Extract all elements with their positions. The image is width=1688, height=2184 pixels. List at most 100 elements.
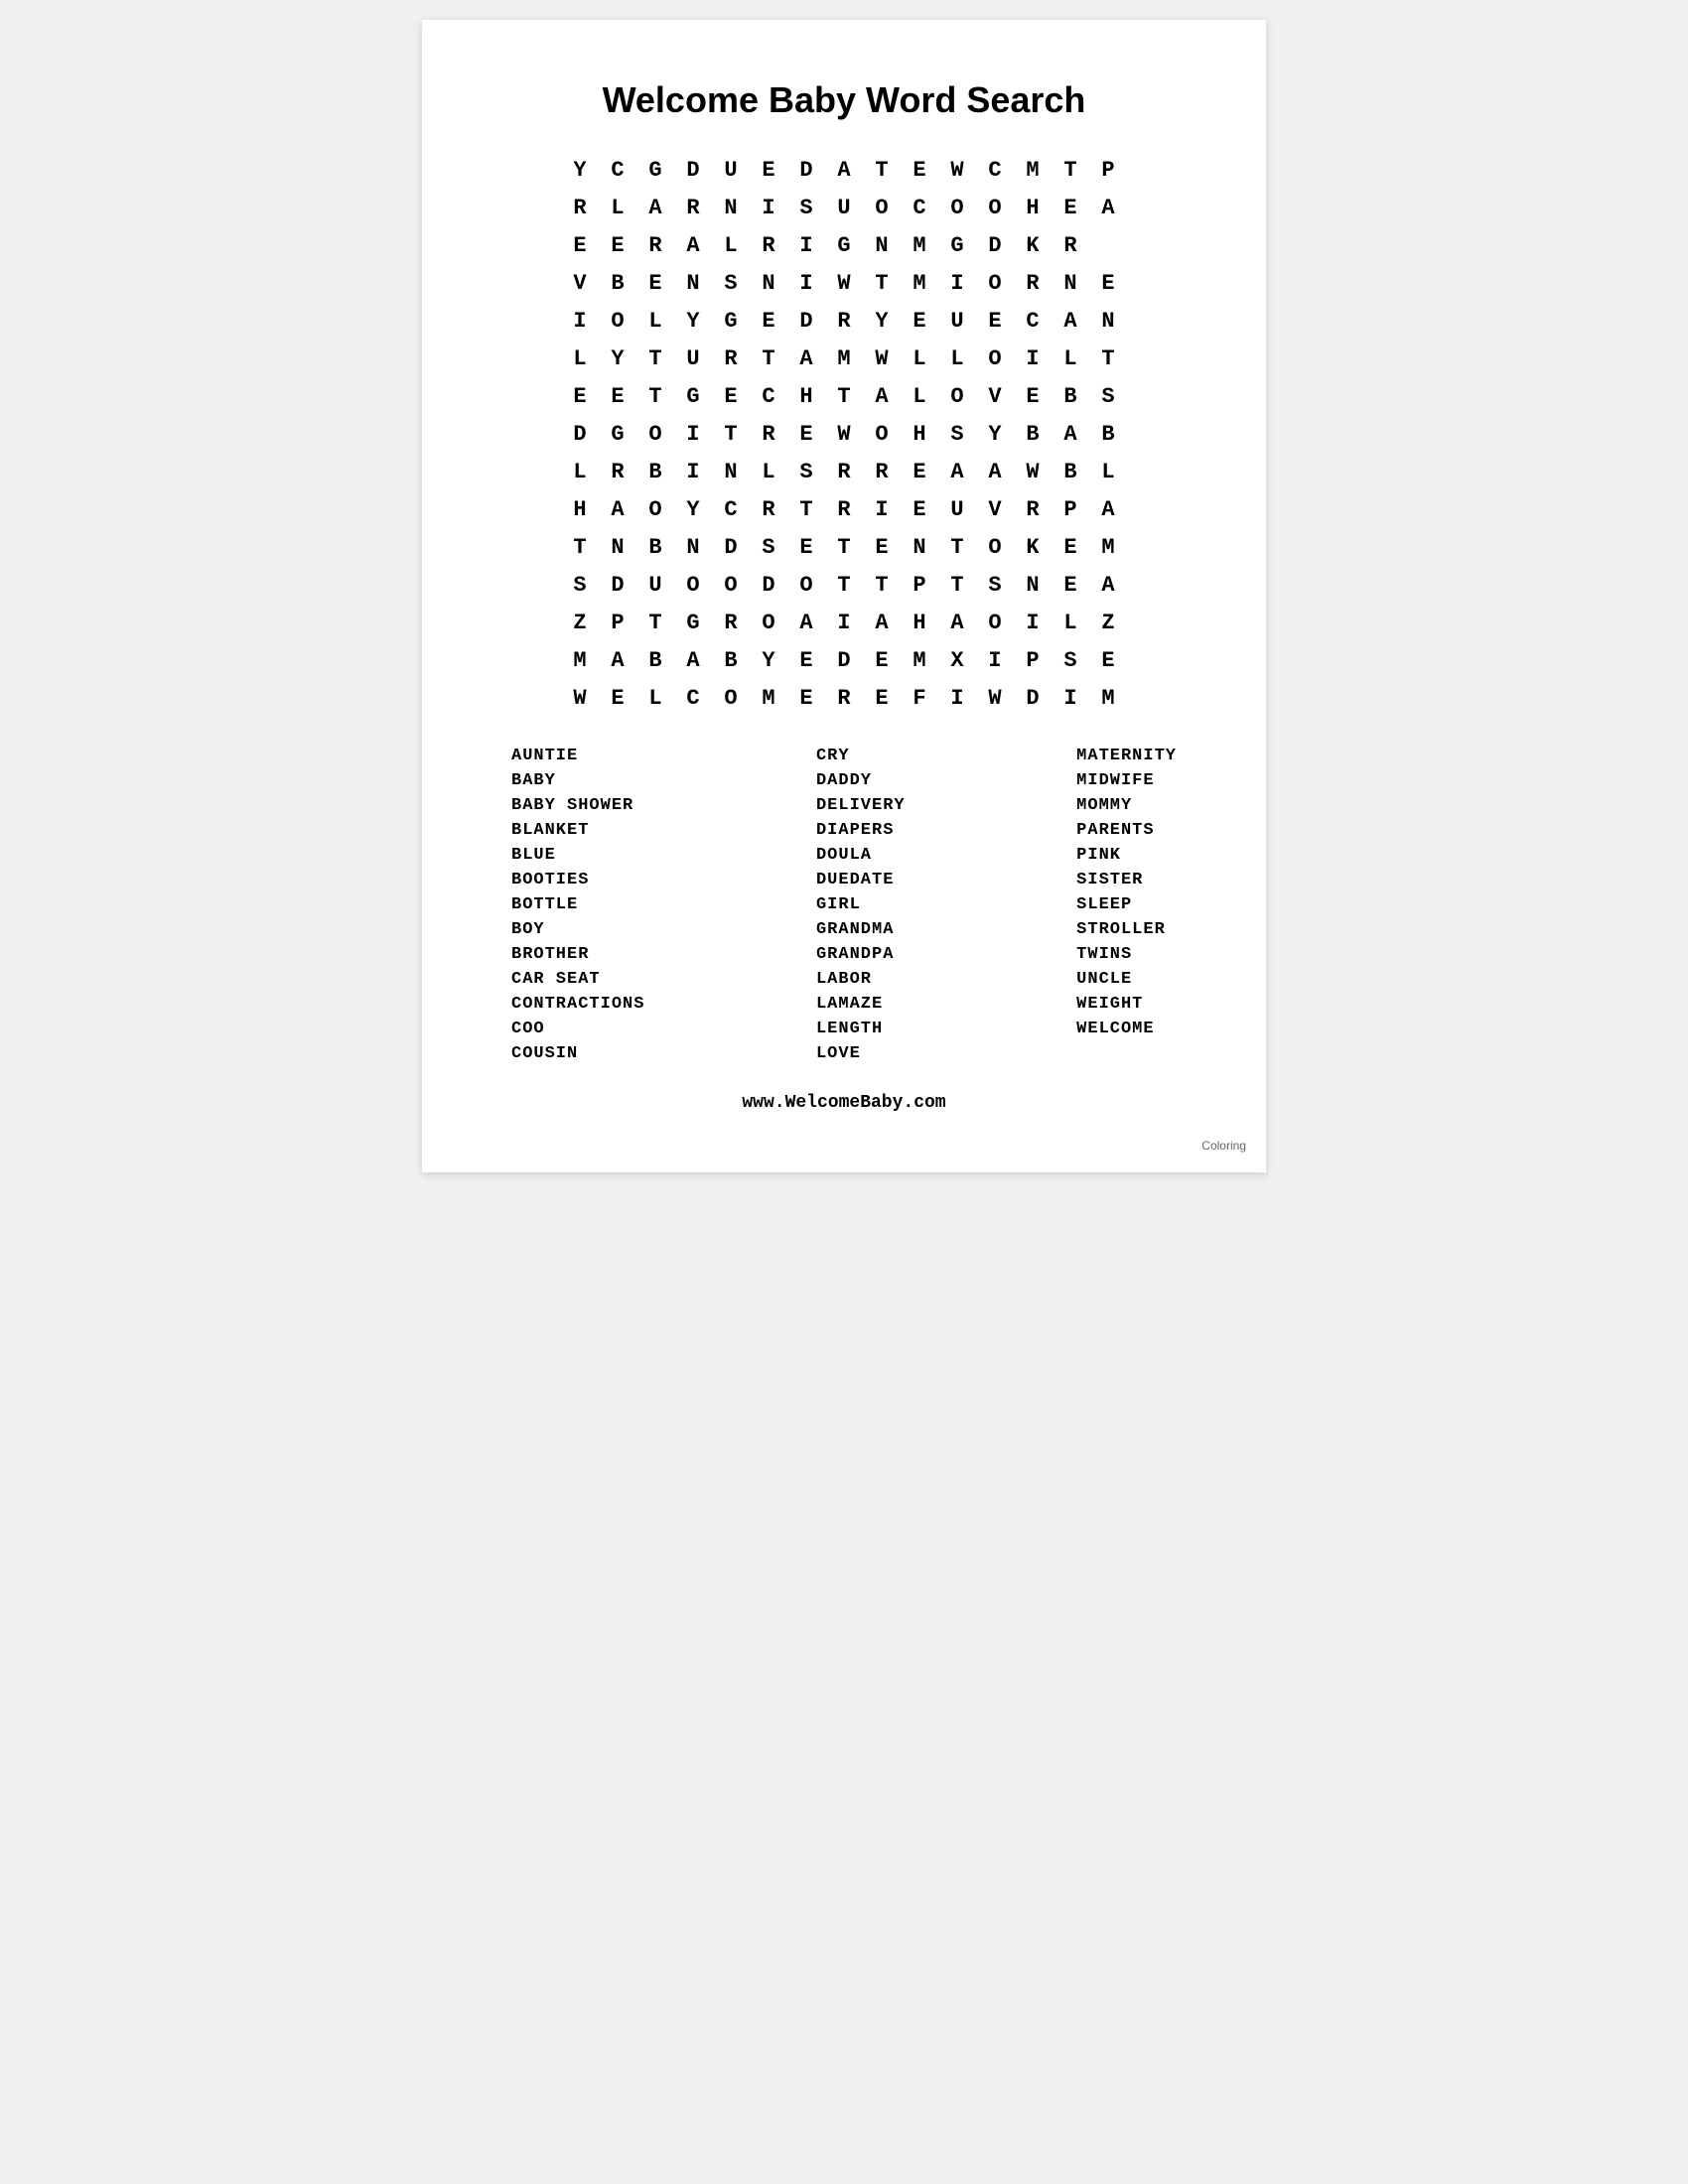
word-grid: YCGDUEDATEWCMTPRLARNISUOCOOHEAEERALRIGNM… (501, 151, 1187, 717)
grid-cell: T (825, 377, 863, 415)
grid-cell: I (938, 264, 976, 302)
grid-cell: B (636, 453, 674, 490)
grid-cell: O (636, 415, 674, 453)
grid-cell: D (787, 151, 825, 189)
grid-cell: I (561, 302, 599, 340)
word-item: LAMAZE (816, 995, 906, 1014)
grid-cell: S (1052, 641, 1089, 679)
grid-cell: N (750, 264, 787, 302)
grid-cell: L (712, 226, 750, 264)
grid-row: HAOYCRTRIEUVRPA (561, 490, 1127, 528)
grid-cell: M (901, 264, 938, 302)
grid-cell: A (636, 189, 674, 226)
word-item: GIRL (816, 895, 906, 914)
grid-cell: A (1052, 302, 1089, 340)
word-item: TWINS (1076, 945, 1177, 964)
grid-cell: Y (976, 415, 1014, 453)
grid-cell: L (901, 340, 938, 377)
word-item: SLEEP (1076, 895, 1177, 914)
grid-cell: B (1014, 415, 1052, 453)
grid-cell: I (863, 490, 901, 528)
grid-cell: O (863, 189, 901, 226)
grid-cell: M (1089, 679, 1127, 717)
word-item: COO (511, 1020, 644, 1038)
grid-cell: V (561, 264, 599, 302)
grid-cell: Y (599, 340, 636, 377)
grid-cell: E (1052, 528, 1089, 566)
grid-cell: A (599, 490, 636, 528)
grid-cell: T (863, 151, 901, 189)
grid-row: LRBINLSRREAAWBL (561, 453, 1127, 490)
word-item: AUNTIE (511, 747, 644, 765)
grid-cell (1089, 226, 1127, 264)
grid-cell: E (901, 302, 938, 340)
grid-row: LYTURTAMWLLOILT (561, 340, 1127, 377)
grid-row: EERALRIGNMGDKR (561, 226, 1127, 264)
grid-cell: I (787, 264, 825, 302)
grid-cell: O (976, 340, 1014, 377)
grid-cell: A (976, 453, 1014, 490)
grid-cell: O (938, 189, 976, 226)
grid-cell: E (750, 151, 787, 189)
grid-row: YCGDUEDATEWCMTP (561, 151, 1127, 189)
grid-cell: L (636, 302, 674, 340)
word-item: DOULA (816, 846, 906, 865)
word-item: WEIGHT (1076, 995, 1177, 1014)
grid-row: ZPTGROAIAHAOILZ (561, 604, 1127, 641)
grid-cell: L (561, 453, 599, 490)
grid-cell: S (787, 189, 825, 226)
word-item: BLANKET (511, 821, 644, 840)
grid-cell: O (976, 189, 1014, 226)
grid-cell: M (561, 641, 599, 679)
grid-cell: E (787, 528, 825, 566)
grid-cell: T (636, 604, 674, 641)
grid-cell: D (599, 566, 636, 604)
grid-cell: W (1014, 453, 1052, 490)
grid-cell: D (787, 302, 825, 340)
word-item: DUEDATE (816, 871, 906, 889)
page-title: Welcome Baby Word Search (501, 79, 1187, 121)
word-item: WELCOME (1076, 1020, 1177, 1038)
grid-cell: E (901, 490, 938, 528)
grid-cell: G (674, 604, 712, 641)
grid-cell: L (750, 453, 787, 490)
word-item: SISTER (1076, 871, 1177, 889)
grid-cell: O (712, 679, 750, 717)
grid-cell: B (599, 264, 636, 302)
word-item: CONTRACTIONS (511, 995, 644, 1014)
grid-row: EETGECHTALOVEBS (561, 377, 1127, 415)
word-item: PARENTS (1076, 821, 1177, 840)
word-item: GRANDPA (816, 945, 906, 964)
grid-cell: E (712, 377, 750, 415)
grid-cell: I (1014, 604, 1052, 641)
grid-cell: S (976, 566, 1014, 604)
grid-cell: P (1089, 151, 1127, 189)
grid-cell: A (825, 151, 863, 189)
grid-cell: B (1052, 377, 1089, 415)
grid-row: MABABYEDEMXIPSE (561, 641, 1127, 679)
grid-cell: W (825, 415, 863, 453)
grid-cell: O (787, 566, 825, 604)
grid-cell: B (1089, 415, 1127, 453)
grid-cell: N (1014, 566, 1052, 604)
grid-cell: G (825, 226, 863, 264)
grid-cell: N (712, 189, 750, 226)
grid-cell: L (1089, 453, 1127, 490)
grid-cell: E (599, 679, 636, 717)
grid-cell: A (1089, 189, 1127, 226)
word-item: BOOTIES (511, 871, 644, 889)
grid-cell: R (636, 226, 674, 264)
word-item: BROTHER (511, 945, 644, 964)
grid-cell: P (599, 604, 636, 641)
grid-cell: I (1052, 679, 1089, 717)
grid-row: DGOITREWOHSYBAB (561, 415, 1127, 453)
grid-row: IOLYGEDRYEUECAN (561, 302, 1127, 340)
grid-cell: R (825, 490, 863, 528)
word-item: MOMMY (1076, 796, 1177, 815)
word-item: BOY (511, 920, 644, 939)
grid-cell: U (636, 566, 674, 604)
grid-cell: N (1089, 302, 1127, 340)
footer-url: www.WelcomeBaby.com (501, 1093, 1187, 1113)
grid-row: SDUOODOTTPTSNEA (561, 566, 1127, 604)
grid-cell: R (750, 226, 787, 264)
